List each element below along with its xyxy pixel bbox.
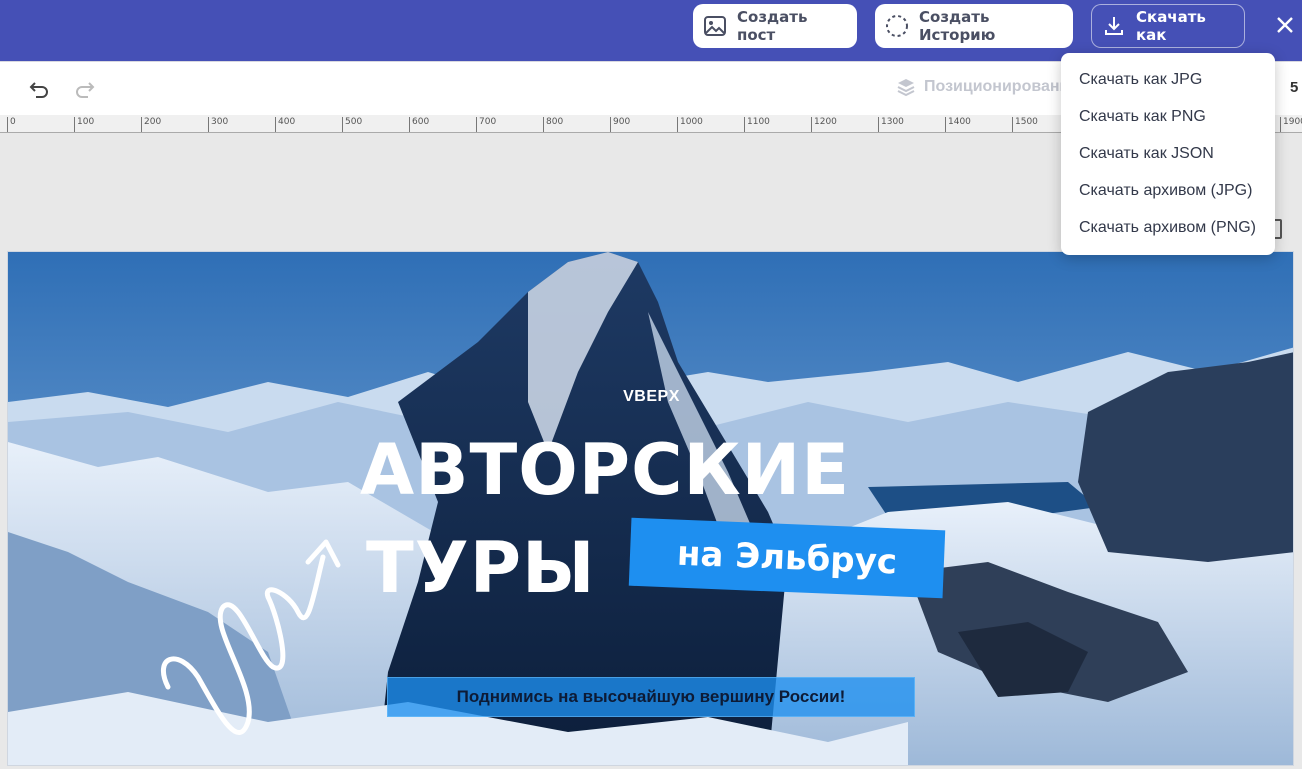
brand-text[interactable]: VBEPX <box>8 388 1293 406</box>
create-post-label: Создать пост <box>737 8 808 44</box>
ruler-tick: 400 <box>275 117 295 132</box>
destination-tag[interactable]: на Эльбрус <box>628 517 946 599</box>
create-story-button[interactable]: Создать Историю <box>875 4 1073 48</box>
ruler-tick: 100 <box>74 117 94 132</box>
layers-icon <box>896 77 916 97</box>
download-icon <box>1102 14 1126 38</box>
title-line-1[interactable]: АВТОРСКИЕ <box>360 430 850 510</box>
ruler-tick: 1500 <box>1012 117 1038 132</box>
image-icon <box>703 14 727 38</box>
ruler-tick: 200 <box>141 117 161 132</box>
ruler-tick: 1900 <box>1280 117 1302 132</box>
ruler-tick: 1200 <box>811 117 837 132</box>
ruler-tick: 500 <box>342 117 362 132</box>
ruler-tick: 0 <box>7 117 16 132</box>
download-menu: Скачать как JPG Скачать как PNG Скачать … <box>1061 53 1275 255</box>
positioning-label: Позиционирование <box>924 78 1079 95</box>
top-bar: Создать пост Создать Историю Скачать как <box>0 0 1302 61</box>
redo-icon[interactable] <box>72 76 98 102</box>
create-story-label: Создать Историю <box>919 8 996 44</box>
ruler-tick: 1000 <box>677 117 703 132</box>
close-icon[interactable] <box>1268 8 1302 42</box>
ruler-tick: 800 <box>543 117 563 132</box>
ruler-tick: 1100 <box>744 117 770 132</box>
menu-item-download-png[interactable]: Скачать как PNG <box>1061 98 1275 135</box>
menu-item-download-json[interactable]: Скачать как JSON <box>1061 135 1275 172</box>
ruler-tick: 600 <box>409 117 429 132</box>
zoom-value: 5 <box>1290 79 1299 96</box>
download-as-button[interactable]: Скачать как <box>1091 4 1245 48</box>
ruler-tick: 1300 <box>878 117 904 132</box>
ruler-tick: 900 <box>610 117 630 132</box>
undo-icon[interactable] <box>26 76 52 102</box>
positioning-button[interactable]: Позиционирование <box>896 77 1078 97</box>
dashed-circle-icon <box>885 14 909 38</box>
title-line-2[interactable]: ТУРЫ <box>366 528 596 608</box>
ruler-tick: 1400 <box>945 117 971 132</box>
download-as-label: Скачать как <box>1136 8 1206 44</box>
menu-item-archive-png[interactable]: Скачать архивом (PNG) <box>1061 209 1275 246</box>
create-post-button[interactable]: Создать пост <box>693 4 857 48</box>
subtitle-banner[interactable]: Поднимись на высочайшую вершину России! <box>387 677 915 717</box>
menu-item-archive-jpg[interactable]: Скачать архивом (JPG) <box>1061 172 1275 209</box>
ruler-tick: 300 <box>208 117 228 132</box>
arrow-scribble-icon[interactable] <box>148 537 348 762</box>
menu-item-download-jpg[interactable]: Скачать как JPG <box>1061 61 1275 98</box>
ruler-tick: 700 <box>476 117 496 132</box>
design-canvas[interactable]: VBEPX АВТОРСКИЕ ТУРЫ на Эльбрус Поднимис… <box>7 251 1294 766</box>
